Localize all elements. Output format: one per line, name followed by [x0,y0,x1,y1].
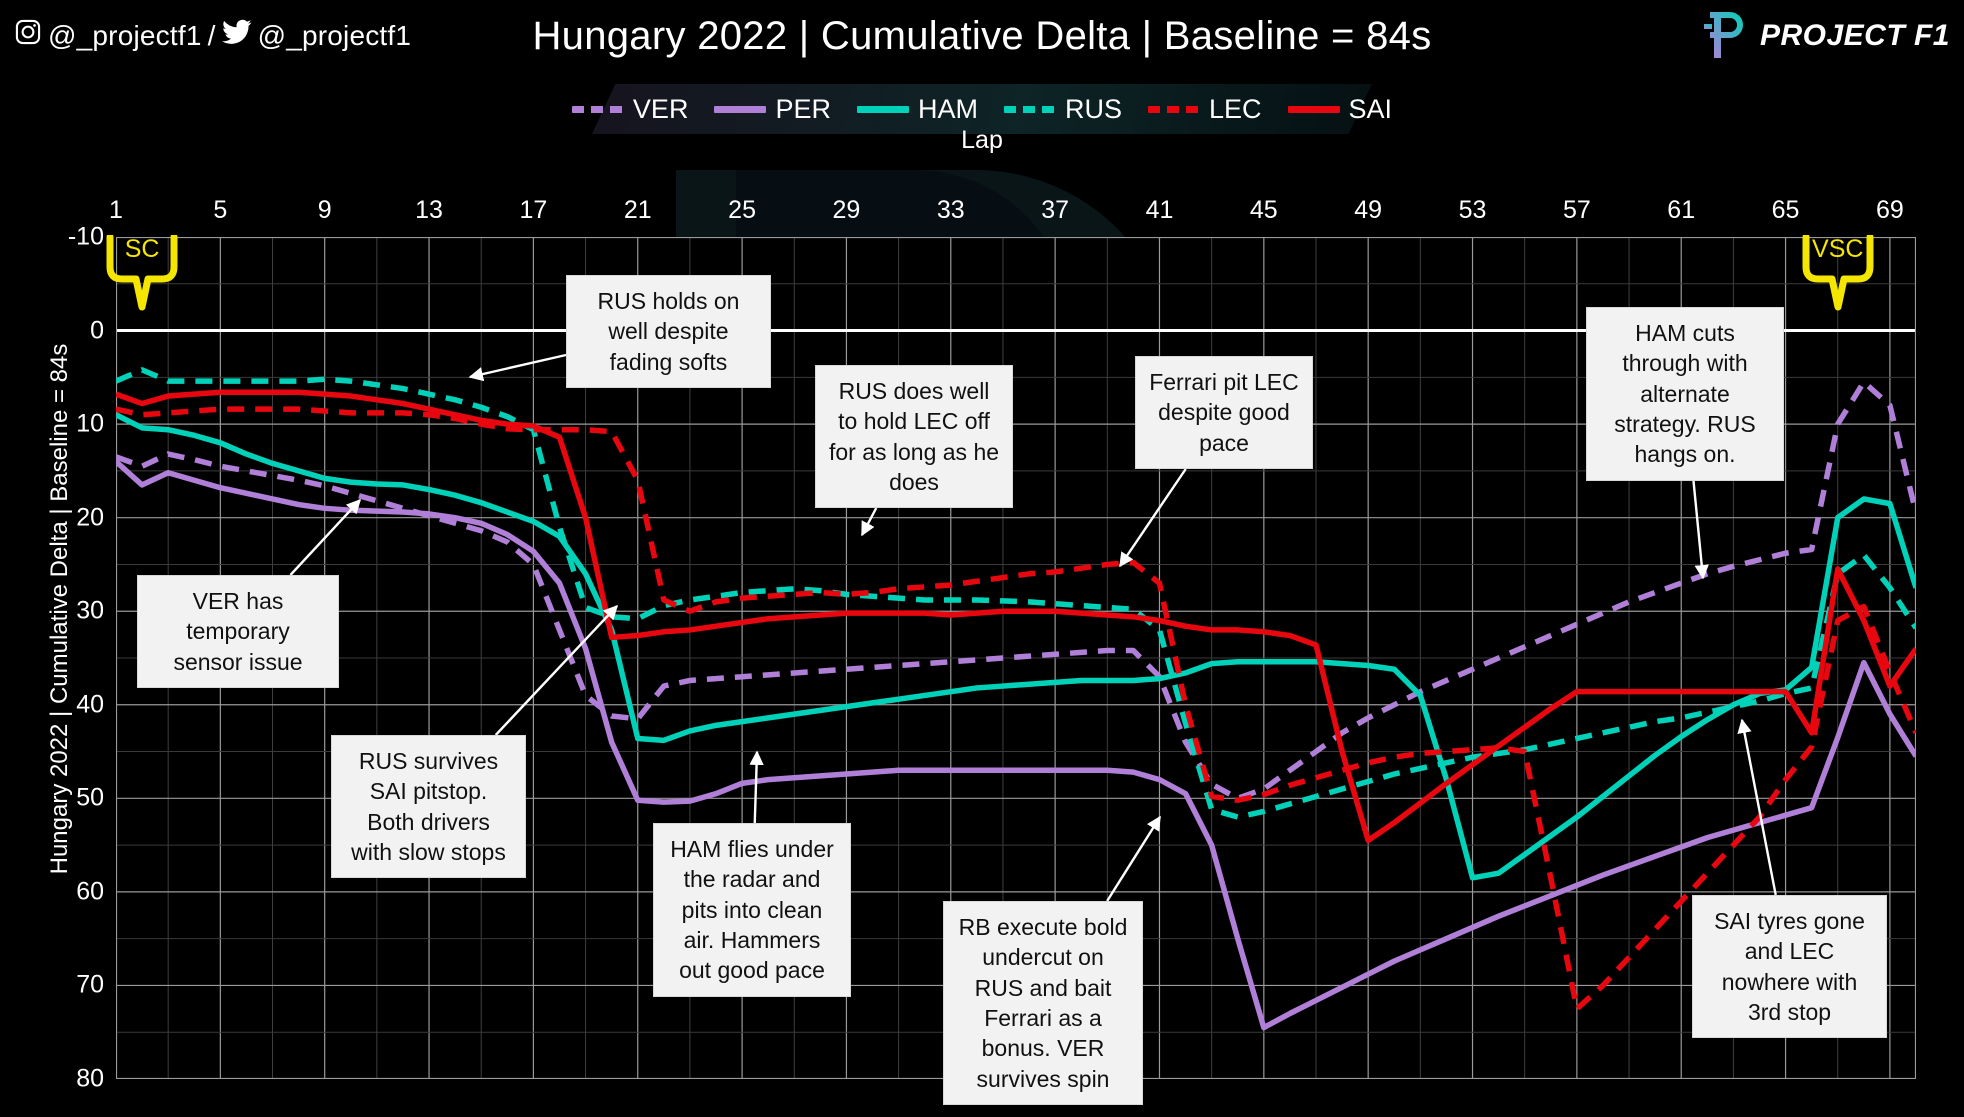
page-title: Hungary 2022 | Cumulative Delta | Baseli… [532,14,1432,58]
x-tick-57: 57 [1562,196,1591,224]
x-tick-25: 25 [728,196,756,224]
brand-logo: PROJECT F1 [1700,10,1950,62]
project-f1-logo-icon [1700,8,1748,65]
x-tick-29: 29 [832,196,861,224]
legend-label-sai: SAI [1348,93,1393,124]
chart-legend: VER PER HAM RUS LEC SAI [0,88,1964,130]
y-tick-50: 50 [76,783,104,812]
x-tick-61: 61 [1667,196,1696,224]
y-tick-80: 80 [76,1064,104,1093]
legend-label-lec: LEC [1209,93,1262,124]
legend-swatch-lec [1148,105,1200,113]
x-tick-33: 33 [936,196,965,224]
x-tick-5: 5 [213,196,228,224]
annotation-rb-undercut: RB execute bold undercut on RUS and bait… [943,901,1143,1106]
x-tick-53: 53 [1458,196,1487,224]
legend-label-per: PER [775,93,831,124]
legend-swatch-ham [856,105,909,113]
x-tick-9: 9 [317,196,332,224]
flag-label-vsc: VSC [1812,235,1864,263]
x-axis-title: Lap [961,126,1003,154]
x-tick-41: 41 [1145,196,1174,224]
x-tick-17: 17 [519,196,548,224]
page-header: @_projectf1 / @_projectf1 Hungary 2022 |… [0,0,1964,70]
flag-label-sc: SC [124,235,160,263]
y-tick-20: 20 [76,503,104,532]
x-tick-37: 37 [1041,196,1070,224]
legend-swatch-rus [1003,105,1056,113]
annotation-ver-sensor: VER has temporary sensor issue [137,575,339,689]
annotation-rus-holds-on: RUS holds on well despite fading softs [566,275,771,389]
annotation-ham-cuts-through: HAM cuts through with alternate strategy… [1586,307,1784,481]
legend-label-ham: HAM [917,93,978,124]
x-tick-49: 49 [1354,196,1383,224]
x-tick-69: 69 [1876,196,1904,224]
x-tick-1: 1 [109,196,123,224]
x-tick-13: 13 [415,196,443,224]
legend-swatch-sai [1287,105,1340,113]
legend-label-ver: VER [632,93,689,124]
legend-item-per[interactable]: PER [714,94,831,125]
legend-item-sai[interactable]: SAI [1287,93,1393,125]
x-tick-65: 65 [1771,196,1800,224]
y-tick-40: 40 [76,690,104,719]
legend-item-lec[interactable]: LEC [1148,94,1262,125]
annotation-sai-tyres: SAI tyres gone and LEC nowhere with 3rd … [1692,895,1887,1039]
annotation-ferrari-pit-lec: Ferrari pit LEC despite good pace [1135,356,1313,470]
x-tick-45: 45 [1249,196,1278,224]
annotation-ham-flies: HAM flies under the radar and pits into … [653,823,851,997]
legend-item-ver[interactable]: VER [571,93,689,125]
annotation-rus-does-well: RUS does well to hold LEC off for as lon… [815,365,1013,509]
y-tick-70: 70 [76,970,104,999]
y-tick-30: 30 [76,596,104,625]
legend-swatch-ver [571,105,624,113]
legend-item-rus[interactable]: RUS [1003,93,1122,125]
legend-label-rus: RUS [1064,93,1122,124]
y-tick-60: 60 [76,877,104,906]
annotation-rus-survives-sai: RUS survives SAI pitstop. Both drivers w… [331,735,526,879]
y-tick-10: 10 [76,409,104,438]
brand-name: PROJECT F1 [1759,19,1950,52]
legend-item-ham[interactable]: HAM [856,93,978,125]
legend-swatch-per [714,105,767,113]
x-tick-21: 21 [623,196,652,224]
